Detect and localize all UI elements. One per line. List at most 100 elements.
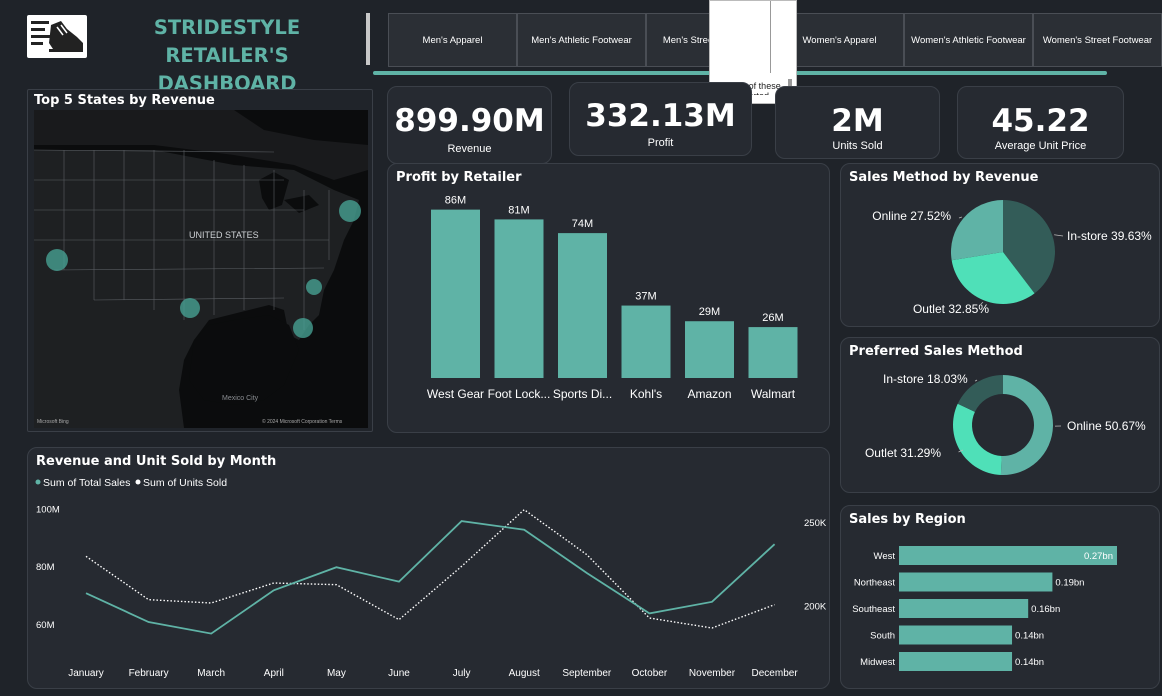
kpi-revenue-value: 899.90M — [394, 103, 545, 139]
month-label: October — [632, 668, 668, 679]
map-bubble-california[interactable] — [46, 249, 68, 271]
legend-marker-total-sales — [35, 479, 41, 485]
sales-method-leader-line — [1054, 234, 1064, 237]
right-axis-tick: 250K — [804, 518, 827, 529]
right-axis-tick: 200K — [804, 601, 827, 612]
preferred-method-leader-line — [974, 379, 978, 382]
profit-retailer-card: Profit by Retailer 86M West Gear 81M Foot L… — [387, 163, 830, 433]
sales-method-pie-chart[interactable]: In-store 39.63% Outlet 32.85% Online 27.52… — [841, 164, 1161, 328]
region-bar-value-label: 0.14bn — [1015, 631, 1044, 642]
preferred-method-label: Outlet 31.29% — [865, 446, 941, 460]
monthly-line-chart[interactable]: Sum of Total Sales Sum of Units Sold 100M 8… — [28, 448, 831, 690]
sales-method-card: Sales Method by Revenue In-store 39.63% O… — [840, 163, 1160, 327]
left-axis-tick: 80M — [36, 562, 55, 573]
profit-category-label: Walmart — [751, 387, 796, 401]
kpi-revenue-card: 899.90M Revenue — [387, 86, 552, 164]
profit-category-label: West Gear — [427, 387, 484, 401]
profit-bar[interactable] — [431, 209, 480, 378]
month-label: January — [68, 668, 104, 679]
profit-bar-value-label: 29M — [699, 306, 720, 318]
map-bubble-northeast[interactable] — [339, 200, 361, 222]
profit-bar-value-label: 74M — [572, 218, 593, 230]
region-bar[interactable] — [899, 625, 1013, 645]
region-bar[interactable] — [899, 599, 1029, 618]
kpi-profit-card: 332.13M Profit — [569, 82, 752, 156]
country-label: UNITED STATES — [189, 230, 259, 240]
left-axis-tick: 100M — [36, 505, 60, 516]
region-bar-value-label: 0.16bn — [1031, 604, 1060, 615]
profit-bar[interactable] — [558, 233, 607, 378]
sneaker-icon — [31, 21, 83, 52]
month-label: June — [388, 668, 410, 679]
title-divider — [366, 13, 370, 65]
legend-label-units-sold: Sum of Units Sold — [143, 477, 227, 489]
region-category-label: Northeast — [854, 578, 896, 589]
legend-label-total-sales: Sum of Total Sales — [43, 477, 130, 489]
map-card: Top 5 States by Revenue UNITED STATES Me… — [27, 89, 373, 432]
profit-bar-value-label: 37M — [635, 291, 656, 303]
sales-method-slice[interactable] — [951, 200, 1003, 261]
tab-womens-athletic-footwear[interactable]: Women's Athletic Footwear — [904, 13, 1033, 67]
kpi-units-label: Units Sold — [832, 140, 883, 152]
kpi-avg-price-card: 45.22 Average Unit Price — [957, 86, 1124, 159]
sales-method-leader-line — [958, 216, 963, 219]
region-bar-value-label: 0.14bn — [1015, 657, 1044, 668]
map-bubble-texas[interactable] — [180, 298, 200, 318]
region-bar[interactable] — [899, 572, 1053, 592]
map-attribution-left: Microsoft Bing — [37, 419, 69, 425]
profit-bar[interactable] — [685, 321, 734, 378]
month-label: December — [752, 668, 799, 679]
kpi-revenue-label: Revenue — [447, 143, 492, 155]
dashboard-title: STRIDESTYLE RETAILER'S DASHBOARD — [153, 16, 301, 95]
tab-mens-apparel[interactable]: Men's Apparel — [388, 13, 517, 67]
tab-womens-street-footwear[interactable]: Women's Street Footwear — [1033, 13, 1162, 67]
month-label: July — [453, 668, 471, 679]
profit-bar[interactable] — [494, 219, 544, 378]
region-category-label: West — [874, 551, 896, 562]
profit-bar[interactable] — [748, 327, 798, 378]
us-map[interactable]: UNITED STATES Mexico City Microsoft Bing… — [34, 110, 368, 428]
preferred-method-slice[interactable] — [1000, 375, 1053, 475]
profit-bar-value-label: 86M — [445, 195, 466, 207]
preferred-method-card: Preferred Sales Method Online 50.67% Outl… — [840, 337, 1160, 493]
map-bubble-south-carolina[interactable] — [306, 279, 322, 295]
region-bar-value-label: 0.27bn — [1084, 551, 1113, 562]
logo — [27, 15, 87, 58]
monthly-card: Revenue and Unit Sold by Month Sum of To… — [27, 447, 830, 689]
sales-method-label: Online 27.52% — [872, 209, 951, 223]
tooltip-divider — [770, 1, 771, 73]
total-sales-line[interactable] — [85, 520, 776, 635]
sales-method-label: Outlet 32.85% — [913, 302, 989, 316]
month-label: August — [509, 668, 540, 679]
kpi-units-value: 2M — [831, 103, 884, 139]
tab-mens-athletic-footwear[interactable]: Men's Athletic Footwear — [517, 13, 646, 67]
profit-bar-value-label: 26M — [762, 312, 783, 324]
preferred-method-donut-chart[interactable]: Online 50.67% Outlet 31.29% In-store 18.03… — [841, 338, 1161, 494]
region-bar-value-label: 0.19bn — [1055, 578, 1084, 589]
preferred-method-label: In-store 18.03% — [883, 372, 968, 386]
profit-category-label: Foot Lock... — [488, 387, 551, 401]
profit-category-label: Amazon — [687, 387, 731, 401]
month-label: November — [689, 668, 736, 679]
month-label: February — [129, 668, 169, 679]
left-axis-tick: 60M — [36, 620, 55, 631]
sales-region-bar-chart[interactable]: West 0.27bn Northeast 0.19bn Southeast 0.16bn… — [841, 506, 1161, 690]
kpi-profit-label: Profit — [647, 137, 674, 149]
profit-bar[interactable] — [621, 305, 671, 378]
kpi-avg-price-label: Average Unit Price — [994, 140, 1087, 152]
month-label: May — [327, 668, 346, 679]
map-bubble-florida[interactable] — [293, 318, 313, 338]
region-category-label: Southeast — [852, 604, 895, 615]
region-bar[interactable] — [899, 652, 1013, 671]
sales-region-card: Sales by Region West 0.27bn Northeast 0.19b… — [840, 505, 1160, 689]
month-label: September — [562, 668, 612, 679]
map-title: Top 5 States by Revenue — [34, 93, 215, 108]
preferred-method-label: Online 50.67% — [1067, 419, 1146, 433]
month-label: March — [197, 668, 225, 679]
legend-marker-units-sold — [135, 479, 141, 485]
map-attribution-right: © 2024 Microsoft Corporation Terms — [262, 418, 343, 425]
profit-bar-chart[interactable]: 86M West Gear 81M Foot Lock... 74M Sports Di.… — [388, 164, 831, 434]
region-category-label: South — [870, 631, 895, 642]
profit-bar-value-label: 81M — [508, 204, 529, 216]
preferred-method-slice[interactable] — [953, 403, 1002, 475]
